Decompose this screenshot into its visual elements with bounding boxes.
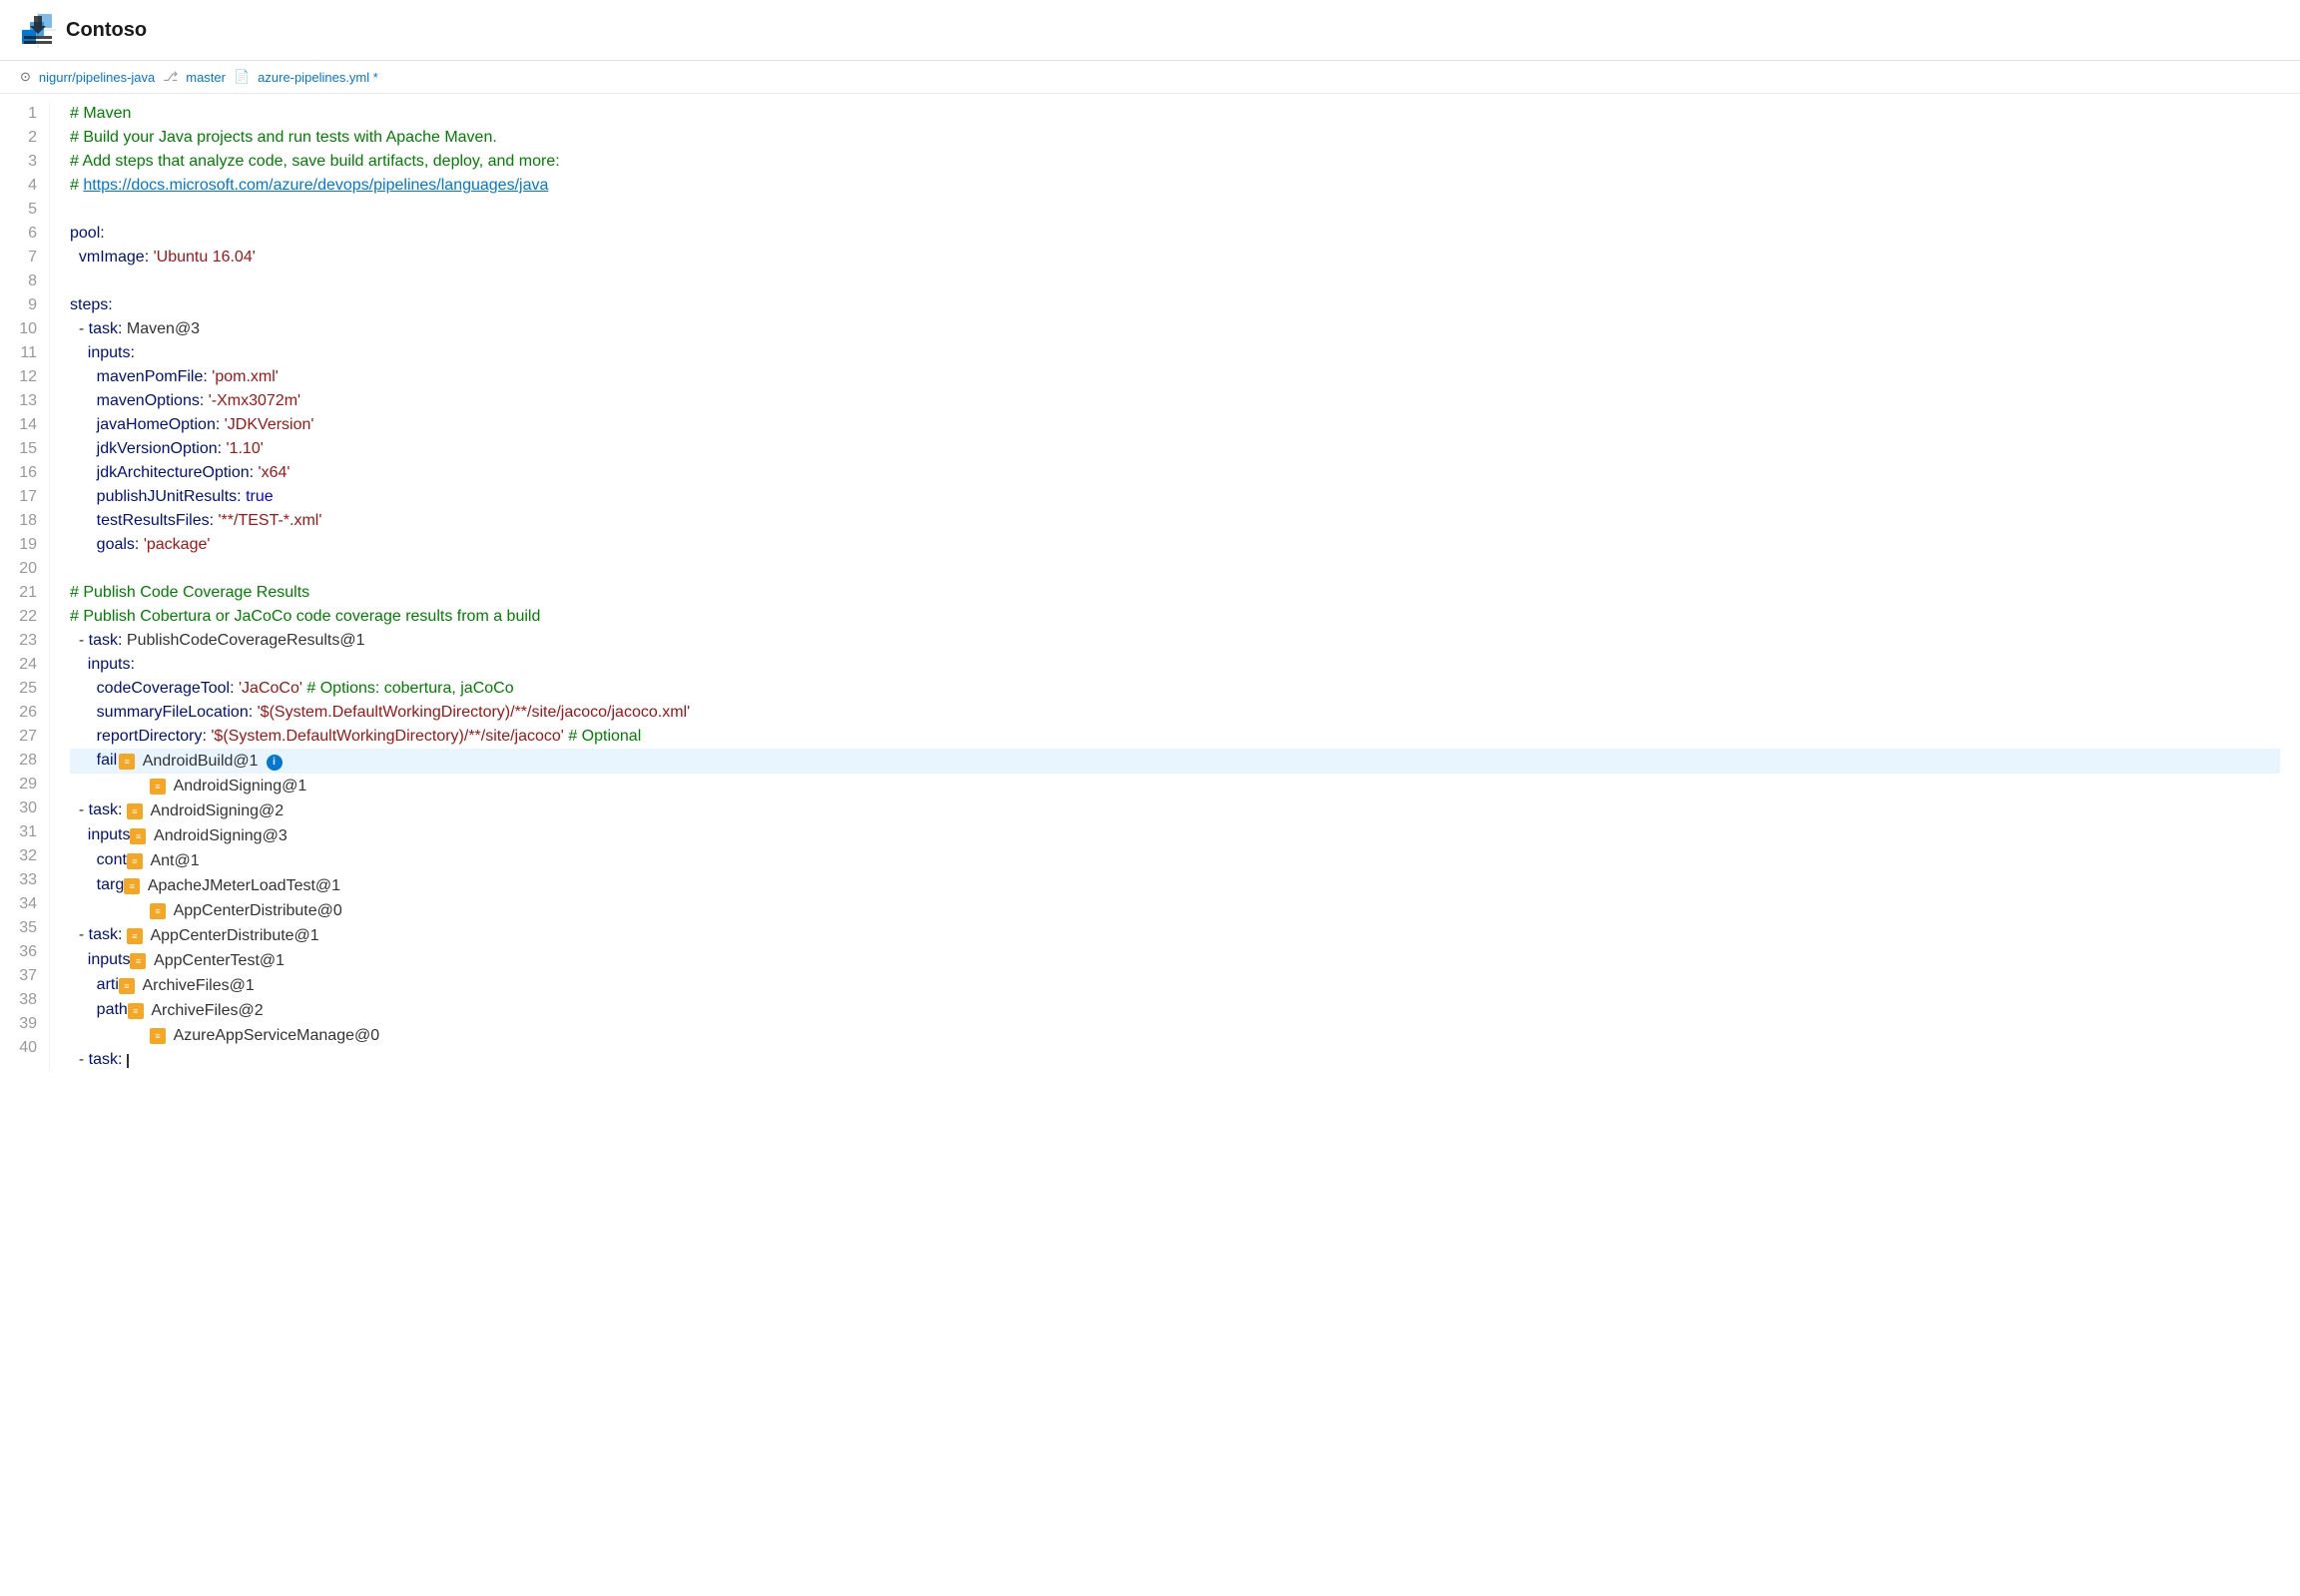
code-line-2: # Build your Java projects and run tests… [70, 126, 2280, 150]
breadcrumb-repo[interactable]: nigurr/pipelines-java [39, 70, 155, 85]
code-line-34[interactable]: ≡ AppCenterDistribute@0 [70, 898, 2280, 923]
code-line-7: vmImage: 'Ubuntu 16.04' [70, 246, 2280, 269]
breadcrumb-repo-icon: ⊙ [20, 69, 31, 85]
header: Contoso [0, 0, 2300, 61]
code-line-18: testResultsFiles: '**/TEST-*.xml' [70, 509, 2280, 533]
app-title: Contoso [66, 19, 147, 42]
task-icon-28: ≡ [119, 754, 135, 770]
code-line-22: # Publish Cobertura or JaCoCo code cover… [70, 605, 2280, 629]
task-icon-39: ≡ [150, 1028, 166, 1044]
task-icon-31: ≡ [130, 828, 146, 844]
code-line-5 [70, 198, 2280, 222]
code-line-1: # Maven [70, 102, 2280, 126]
code-line-26: summaryFileLocation: '$(System.DefaultWo… [70, 701, 2280, 725]
task-icon-36: ≡ [130, 953, 146, 969]
code-line-30[interactable]: - task: ≡ AndroidSigning@2 [70, 798, 2280, 823]
code-area[interactable]: # Maven # Build your Java projects and r… [50, 102, 2300, 1072]
code-line-25: codeCoverageTool: 'JaCoCo' # Options: co… [70, 677, 2280, 701]
logo-icon [20, 12, 56, 48]
code-line-39[interactable]: ≡ AzureAppServiceManage@0 [70, 1023, 2280, 1048]
task-icon-33: ≡ [124, 878, 140, 894]
info-icon-28[interactable]: i [267, 755, 283, 771]
code-line-3: # Add steps that analyze code, save buil… [70, 150, 2280, 174]
code-line-37[interactable]: arti≡ ArchiveFiles@1 [70, 973, 2280, 998]
code-line-32[interactable]: cont≡ Ant@1 [70, 848, 2280, 873]
task-icon-38: ≡ [128, 1003, 144, 1019]
task-icon-37: ≡ [119, 978, 135, 994]
code-line-23: - task: PublishCodeCoverageResults@1 [70, 629, 2280, 653]
code-line-11: inputs: [70, 341, 2280, 365]
code-line-38[interactable]: path≡ ArchiveFiles@2 [70, 998, 2280, 1023]
code-line-16: jdkArchitectureOption: 'x64' [70, 461, 2280, 485]
breadcrumb: ⊙ nigurr/pipelines-java ⎇ master 📄 azure… [0, 61, 2300, 94]
code-line-36[interactable]: inputs≡ AppCenterTest@1 [70, 948, 2280, 973]
editor: 1 2 3 4 5 6 7 8 9 10 11 12 13 14 15 16 1… [0, 94, 2300, 1080]
task-icon-29: ≡ [150, 779, 166, 795]
code-line-17: publishJUnitResults: true [70, 485, 2280, 509]
code-line-35[interactable]: - task: ≡ AppCenterDistribute@1 [70, 923, 2280, 948]
code-line-12: mavenPomFile: 'pom.xml' [70, 365, 2280, 389]
code-line-10: - task: Maven@3 [70, 317, 2280, 341]
code-line-24: inputs: [70, 653, 2280, 677]
code-line-14: javaHomeOption: 'JDKVersion' [70, 413, 2280, 437]
code-line-4: # https://docs.microsoft.com/azure/devop… [70, 174, 2280, 198]
line-numbers: 1 2 3 4 5 6 7 8 9 10 11 12 13 14 15 16 1… [0, 102, 50, 1072]
task-icon-30: ≡ [127, 803, 143, 819]
breadcrumb-sep2: 📄 [234, 69, 250, 85]
code-line-15: jdkVersionOption: '1.10' [70, 437, 2280, 461]
code-line-31[interactable]: inputs≡ AndroidSigning@3 [70, 823, 2280, 848]
code-line-19: goals: 'package' [70, 533, 2280, 557]
breadcrumb-file[interactable]: azure-pipelines.yml * [258, 70, 378, 85]
code-line-33[interactable]: targ≡ ApacheJMeterLoadTest@1 [70, 873, 2280, 898]
breadcrumb-sep1: ⎇ [163, 69, 178, 85]
task-icon-32: ≡ [127, 853, 143, 869]
breadcrumb-branch[interactable]: master [186, 70, 226, 85]
task-icon-34: ≡ [150, 903, 166, 919]
code-line-8 [70, 269, 2280, 293]
code-line-21: # Publish Code Coverage Results [70, 581, 2280, 605]
code-line-27: reportDirectory: '$(System.DefaultWorkin… [70, 725, 2280, 749]
code-line-29[interactable]: ≡ AndroidSigning@1 [70, 774, 2280, 798]
code-line-20 [70, 557, 2280, 581]
code-line-28[interactable]: fail≡ AndroidBuild@1i [70, 749, 2280, 774]
code-line-13: mavenOptions: '-Xmx3072m' [70, 389, 2280, 413]
code-line-40[interactable]: - task: [70, 1048, 2280, 1072]
code-line-9: steps: [70, 293, 2280, 317]
task-icon-35: ≡ [127, 928, 143, 944]
code-line-6: pool: [70, 222, 2280, 246]
